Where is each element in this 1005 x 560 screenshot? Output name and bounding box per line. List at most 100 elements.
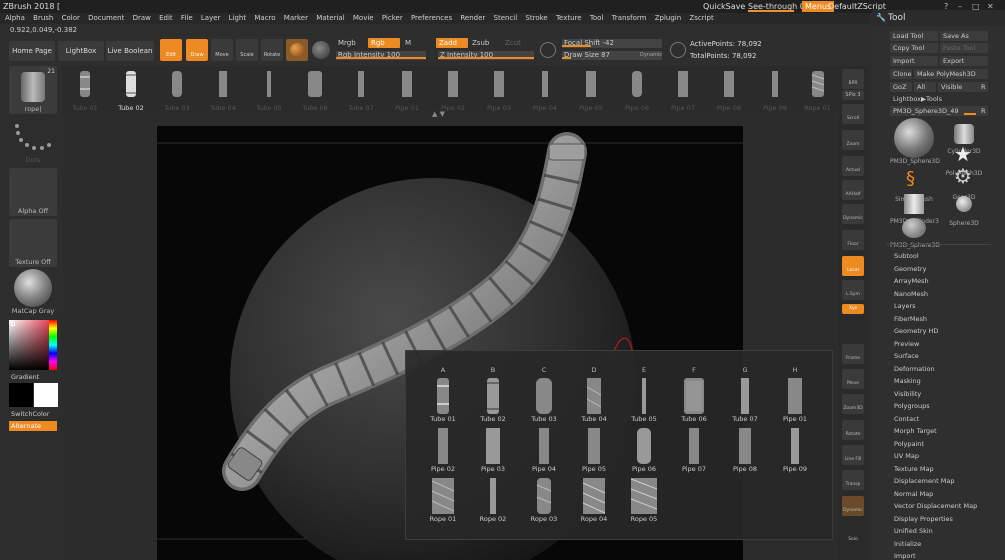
strip-item[interactable]: Pipe 08	[706, 66, 752, 116]
popup-item[interactable]: Tube 02	[470, 375, 516, 423]
lightbox-button[interactable]: LightBox	[58, 41, 104, 61]
menu-zplugin[interactable]: Zplugin	[655, 14, 681, 22]
strip-item[interactable]: Pipe 05	[568, 66, 614, 116]
rotate-button[interactable]: Rotate	[261, 39, 283, 61]
tool-thumb[interactable]: PM3D_Sphere3D	[890, 118, 940, 165]
geometry-subpalette[interactable]: Geometry	[894, 265, 926, 273]
menu-preferences[interactable]: Preferences	[411, 14, 452, 22]
menu-alpha[interactable]: Alpha	[5, 14, 25, 22]
popup-item[interactable]: Pipe 05	[571, 425, 617, 473]
brush-thumbnail[interactable]: 21 rope|	[9, 66, 57, 114]
strip-item[interactable]: Pipe 06	[614, 66, 660, 116]
strip-item[interactable]: Pipe 07	[660, 66, 706, 116]
texture-map-subpalette[interactable]: Texture Map	[894, 465, 934, 473]
menu-draw[interactable]: Draw	[133, 14, 151, 22]
alpha-thumbnail[interactable]: Alpha Off	[9, 168, 57, 216]
polygroups-subpalette[interactable]: Polygroups	[894, 402, 930, 410]
nanomesh-subpalette[interactable]: NanoMesh	[894, 290, 928, 298]
tool-r-button[interactable]: R	[978, 106, 988, 116]
popup-item[interactable]: Pipe 06	[621, 425, 667, 473]
menu-light[interactable]: Light	[229, 14, 246, 22]
tool-palette-header[interactable]: 🔧 Tool	[872, 10, 1005, 26]
subtool-subpalette[interactable]: Subtool	[894, 252, 919, 260]
strip-item[interactable]: Pipe 09	[752, 66, 798, 116]
menu-edit[interactable]: Edit	[159, 14, 173, 22]
menu-zscript[interactable]: Zscript	[689, 14, 713, 22]
m-toggle[interactable]: M	[405, 39, 411, 47]
goz-r-button[interactable]: R	[978, 82, 988, 92]
clone-button[interactable]: Clone	[890, 69, 912, 79]
popup-item[interactable]: Tube 04	[571, 375, 617, 423]
alternate-toggle[interactable]: Alternate	[9, 421, 57, 431]
menu-stencil[interactable]: Stencil	[494, 14, 518, 22]
live-boolean-button[interactable]: Live Boolean	[106, 41, 154, 61]
hue-strip[interactable]	[49, 320, 57, 370]
tool-thumb[interactable]: Sphere3D	[940, 192, 988, 227]
popup-item[interactable]: Tube 07	[722, 375, 768, 423]
rotate-view-button[interactable]: Rotate	[842, 420, 864, 440]
strip-item[interactable]: Tube 01	[62, 66, 108, 116]
menu-texture[interactable]: Texture	[556, 14, 582, 22]
color-picker[interactable]	[9, 320, 57, 370]
zsub-toggle[interactable]: Zsub	[472, 39, 489, 47]
sphere-icon[interactable]	[312, 41, 330, 59]
stroke-thumbnail[interactable]: Dots	[9, 118, 57, 164]
normal-map-subpalette[interactable]: Normal Map	[894, 490, 933, 498]
rgb-intensity-slider[interactable]: Rgb Intensity 100	[336, 51, 426, 60]
move-view-button[interactable]: Move	[842, 369, 864, 389]
copy-tool-button[interactable]: Copy Tool	[890, 43, 938, 53]
menu-file[interactable]: File	[181, 14, 193, 22]
menu-brush[interactable]: Brush	[33, 14, 53, 22]
visible-button[interactable]: Visible	[938, 82, 978, 92]
aahalf-button[interactable]: AAHalf	[842, 180, 864, 200]
material-thumbnail[interactable]: MatCap Gray	[9, 268, 57, 316]
surface-subpalette[interactable]: Surface	[894, 352, 919, 360]
menu-material[interactable]: Material	[316, 14, 344, 22]
floor-button[interactable]: Floor	[842, 230, 864, 250]
switch-color-button[interactable]: SwitchColor	[11, 410, 49, 418]
popup-item[interactable]: Pipe 07	[671, 425, 717, 473]
popup-item[interactable]: Pipe 03	[470, 425, 516, 473]
menu-macro[interactable]: Macro	[254, 14, 275, 22]
material-swatch-icon[interactable]	[286, 39, 308, 61]
actual-button[interactable]: Actual	[842, 156, 864, 176]
bpr-button[interactable]: BPR	[842, 69, 864, 89]
strip-item[interactable]: Tube 03	[154, 66, 200, 116]
strip-item[interactable]: Pipe 03	[476, 66, 522, 116]
polypaint-subpalette[interactable]: Polypaint	[894, 440, 924, 448]
menu-marker[interactable]: Marker	[284, 14, 308, 22]
paste-tool-button[interactable]: Paste Tool	[940, 43, 988, 53]
main-color-swatch[interactable]	[9, 383, 33, 407]
popup-item[interactable]: Rope 04	[571, 475, 617, 523]
menu-layer[interactable]: Layer	[201, 14, 221, 22]
quicksave-button[interactable]: QuickSave	[703, 0, 745, 13]
strip-item[interactable]: Pipe 04	[522, 66, 568, 116]
morph-target-subpalette[interactable]: Morph Target	[894, 427, 937, 435]
import-button[interactable]: Import	[890, 56, 938, 66]
menu-picker[interactable]: Picker	[382, 14, 403, 22]
deformation-subpalette[interactable]: Deformation	[894, 365, 935, 373]
zadd-toggle[interactable]: Zadd	[436, 38, 468, 48]
contact-subpalette[interactable]: Contact	[894, 415, 919, 423]
menu-tool[interactable]: Tool	[590, 14, 604, 22]
popup-item[interactable]: Rope 02	[470, 475, 516, 523]
all-button[interactable]: All	[914, 82, 936, 92]
mrgb-toggle[interactable]: Mrgb	[338, 39, 356, 47]
export-button[interactable]: Export	[940, 56, 988, 66]
strip-item[interactable]: Tube 07	[338, 66, 384, 116]
strip-item[interactable]: Pipe 01	[384, 66, 430, 116]
xyz-button[interactable]: Xyz	[842, 304, 864, 314]
strip-item[interactable]: Tube 02	[108, 66, 154, 116]
persp-button[interactable]: Dynamic Persp	[842, 204, 864, 250]
initialize-subpalette[interactable]: Initialize	[894, 540, 921, 548]
vector-displacement-map-subpalette[interactable]: Vector Displacement Map	[894, 502, 977, 510]
visibility-subpalette[interactable]: Visibility	[894, 390, 921, 398]
zoom-button[interactable]: Zoom	[842, 130, 864, 150]
spix-slider[interactable]: SPix 3	[842, 90, 864, 100]
scale-button[interactable]: Scale	[236, 39, 258, 61]
load-tool-button[interactable]: Load Tool	[890, 31, 938, 41]
strip-item[interactable]: Rope 01	[798, 66, 837, 116]
menu-movie[interactable]: Movie	[353, 14, 374, 22]
goz-button[interactable]: GoZ	[890, 82, 912, 92]
menu-stroke[interactable]: Stroke	[525, 14, 547, 22]
